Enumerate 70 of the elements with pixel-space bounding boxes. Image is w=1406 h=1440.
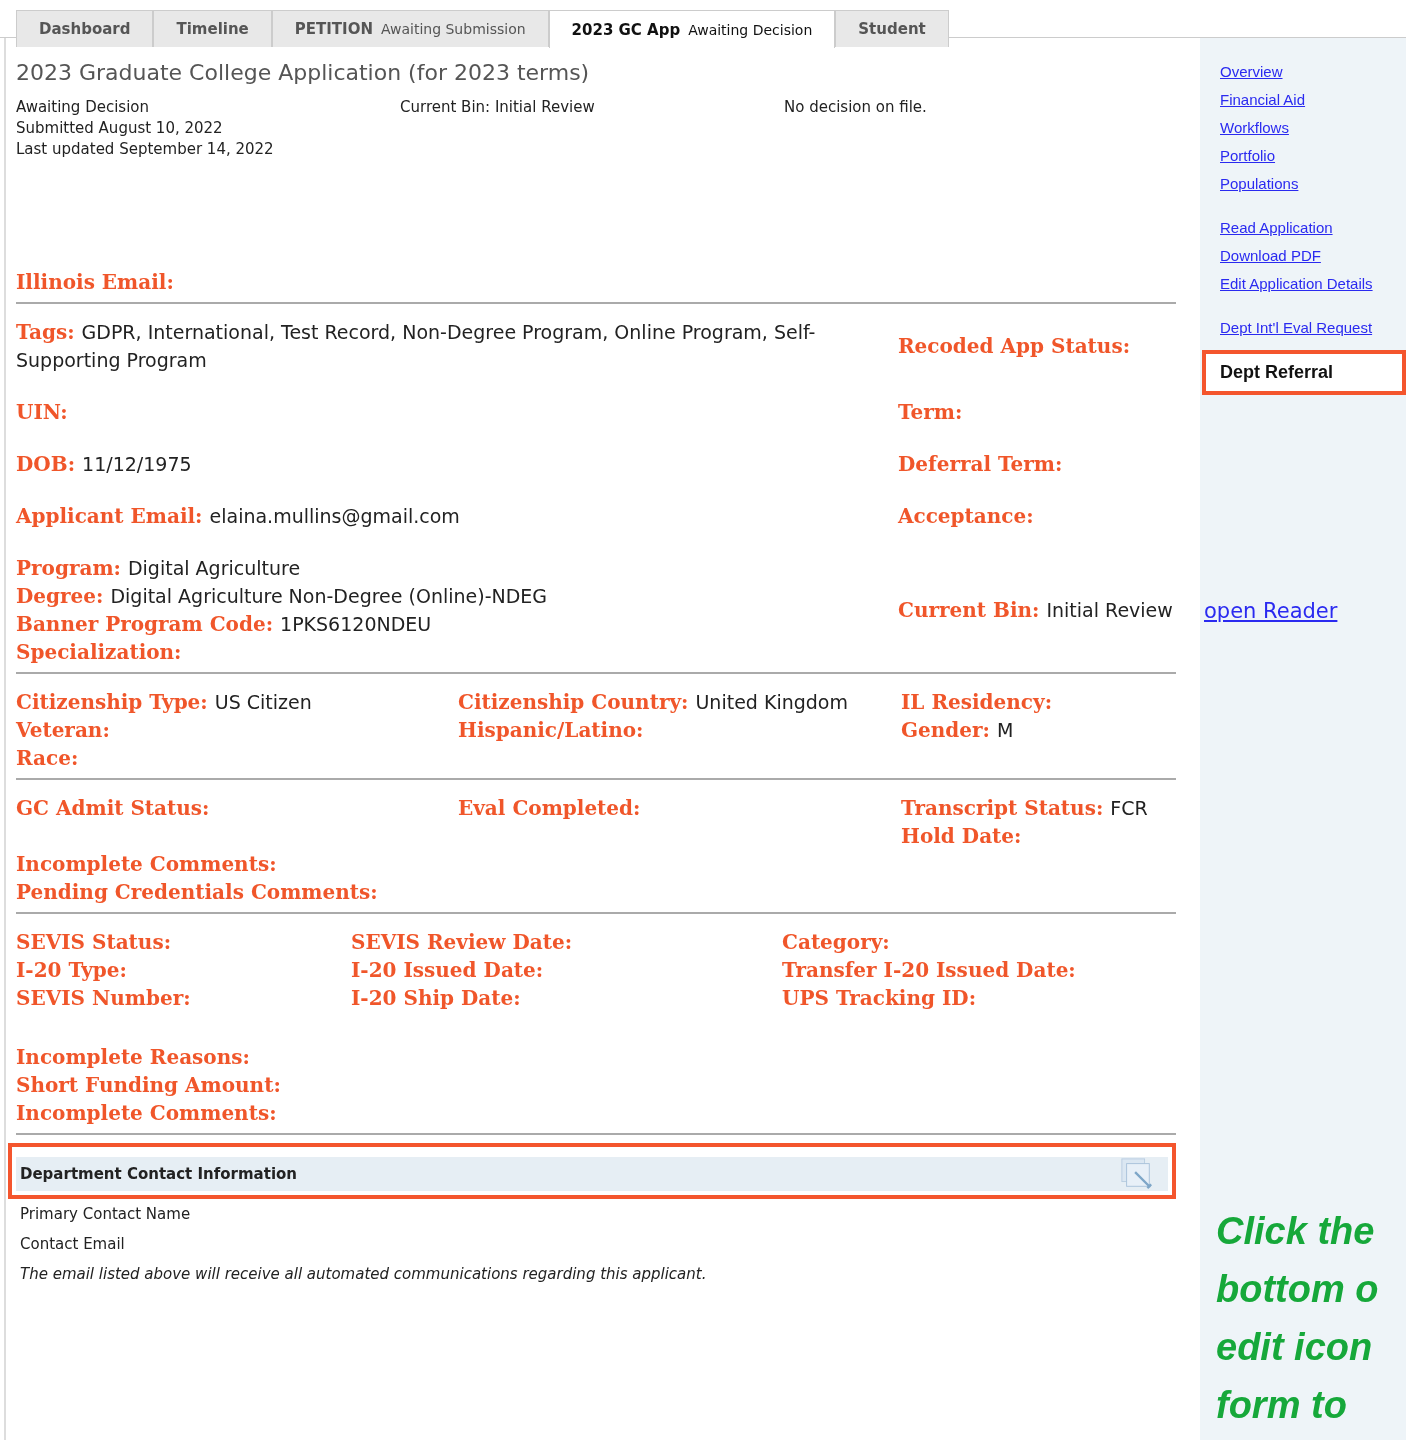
sidebar-link[interactable]: Edit Application Details	[1220, 270, 1406, 298]
tab[interactable]: 2023 GC App Awaiting Decision	[548, 10, 836, 48]
field-text: Citizenship Country: United Kingdom	[458, 689, 848, 716]
sidebar-link[interactable]: Dept Int'l Eval Request	[1220, 314, 1406, 342]
edit-icon[interactable]	[1120, 1157, 1154, 1191]
contact-label: Contact Email	[20, 1234, 126, 1255]
field-text: Current Bin: Initial Review	[898, 597, 1173, 624]
field-text: Incomplete Reasons:	[16, 1044, 250, 1071]
field-text: SEVIS Review Date:	[351, 929, 573, 956]
decision-text: No decision on file.	[784, 97, 928, 118]
field-text: Tags: GDPR, International, Test Record, Non-Degree Program, Online Program, Self-Supporting Program	[16, 319, 817, 373]
field-text: Applicant Email: elaina.mullins@gmail.com	[16, 503, 460, 530]
field-text: Category:	[782, 929, 890, 956]
callout-text: Click the	[1216, 1209, 1376, 1254]
field-text: Banner Program Code: 1PKS6120NDEU	[16, 611, 432, 638]
field-text: Hispanic/Latino:	[458, 717, 644, 744]
field-text: Recoded App Status:	[898, 333, 1131, 360]
field-text: Degree: Digital Agriculture Non-Degree (Online)-NDEG	[16, 583, 548, 610]
sidebar-link[interactable]: Download PDF	[1220, 242, 1406, 270]
field-text: Incomplete Comments:	[16, 1100, 277, 1127]
field-text: Program: Digital Agriculture	[16, 555, 301, 582]
open-reader-link[interactable]: open Reader	[1204, 596, 1338, 627]
section-title: Department Contact Information	[20, 1165, 298, 1183]
field-text: Veteran:	[16, 717, 110, 744]
field-text: UIN:	[16, 399, 68, 426]
field-text: Citizenship Type: US Citizen	[16, 689, 312, 716]
field-text: Short Funding Amount:	[16, 1072, 281, 1099]
sidebar-link[interactable]: Financial Aid	[1220, 86, 1406, 114]
tab[interactable]: Student	[835, 10, 949, 47]
note-text: The email listed above will receive all automated communications regarding this applicant.	[20, 1264, 708, 1285]
field-text: Transcript Status: FCR	[901, 795, 1148, 822]
field-text: Specialization:	[16, 639, 182, 666]
submitted-date: Submitted August 10, 2022	[16, 118, 224, 139]
status-text: Awaiting Decision	[16, 97, 150, 118]
tab[interactable]: Timeline	[153, 10, 272, 47]
field-text: I-20 Type:	[16, 957, 127, 984]
field-text: Hold Date:	[901, 823, 1022, 850]
field-text: Deferral Term:	[898, 451, 1063, 478]
current-bin-text: Current Bin: Initial Review	[400, 97, 596, 118]
sidebar-link[interactable]: Populations	[1220, 170, 1406, 198]
field-text: GC Admit Status:	[16, 795, 210, 822]
field-text: DOB: 11/12/1975	[16, 451, 192, 478]
updated-date: Last updated September 14, 2022	[16, 139, 275, 160]
callout-text: bottom o	[1216, 1267, 1380, 1312]
field-text: Eval Completed:	[458, 795, 641, 822]
field-text: UPS Tracking ID:	[782, 985, 976, 1012]
callout-text: edit icon	[1216, 1325, 1374, 1370]
page-title: 2023 Graduate College Application (for 2023 terms)	[16, 60, 591, 85]
field-text: Illinois Email:	[16, 269, 174, 296]
field-text: Term:	[898, 399, 963, 426]
field-text: I-20 Issued Date:	[351, 957, 544, 984]
tab[interactable]: Dashboard	[16, 10, 154, 47]
field-text: Transfer I-20 Issued Date:	[782, 957, 1076, 984]
field-text: SEVIS Status:	[16, 929, 172, 956]
tab[interactable]: PETITION Awaiting Submission	[271, 10, 549, 47]
field-text: Gender: M	[901, 717, 1014, 744]
field-text: Race:	[16, 745, 79, 772]
contact-label: Primary Contact Name	[20, 1204, 192, 1225]
sidebar-item[interactable]: Dept Referral	[1220, 362, 1334, 382]
field-text: Acceptance:	[898, 503, 1034, 530]
field-text: I-20 Ship Date:	[351, 985, 521, 1012]
field-text: IL Residency:	[901, 689, 1052, 716]
sidebar-link[interactable]: Workflows	[1220, 114, 1406, 142]
field-text: SEVIS Number:	[16, 985, 191, 1012]
sidebar-link[interactable]: Overview	[1220, 58, 1406, 86]
field-text: Pending Credentials Comments:	[16, 879, 378, 906]
callout-text: form to	[1216, 1383, 1348, 1428]
sidebar-link[interactable]: Read Application	[1220, 214, 1406, 242]
sidebar-link[interactable]: Portfolio	[1220, 142, 1406, 170]
field-text: Incomplete Comments:	[16, 851, 277, 878]
